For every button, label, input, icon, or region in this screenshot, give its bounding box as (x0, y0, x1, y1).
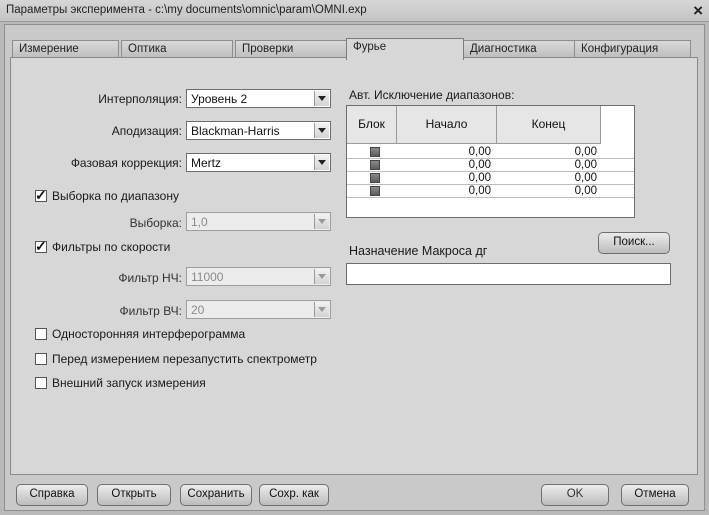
single-sided-label: Односторонняя интерферограмма (52, 327, 246, 341)
phase-correction-value: Mertz (191, 156, 221, 170)
phase-correction-select[interactable]: Mertz (186, 153, 331, 172)
range-exclusion-title: Авт. Исключение диапазонов: (349, 88, 515, 102)
panel-content: Интерполяция: Уровень 2 Аподизация: Blac… (0, 0, 709, 515)
apodization-label: Аподизация: (111, 124, 182, 138)
cancel-button[interactable]: Отмена (621, 484, 689, 506)
interpolation-value: Уровень 2 (191, 92, 248, 106)
check-icon: ✓ (35, 187, 47, 203)
block-icon[interactable] (370, 160, 380, 170)
chevron-down-icon (314, 302, 329, 317)
range-start-cell[interactable]: 0,00 (407, 146, 491, 158)
browse-button[interactable]: Поиск... (598, 232, 670, 254)
save-button[interactable]: Сохранить (180, 484, 252, 506)
macro-label: Назначение Макроса дг (349, 244, 488, 258)
range-end-cell[interactable]: 0,00 (507, 146, 597, 158)
chevron-down-icon (314, 269, 329, 284)
range-start-cell[interactable]: 0,00 (407, 159, 491, 171)
sampling-label: Выборка: (129, 216, 182, 230)
open-button[interactable]: Открыть (97, 484, 171, 506)
block-icon[interactable] (370, 173, 380, 183)
chevron-down-icon (314, 214, 329, 229)
help-button[interactable]: Справка (16, 484, 88, 506)
speed-filters-label: Фильтры по скорости (52, 240, 171, 254)
chevron-down-icon[interactable] (314, 91, 329, 106)
sampling-value: 1,0 (191, 215, 208, 229)
chevron-down-icon[interactable] (314, 123, 329, 138)
column-header-end[interactable]: Конец (497, 106, 601, 144)
restart-spectrometer-checkbox[interactable] (35, 353, 47, 365)
range-end-cell[interactable]: 0,00 (507, 159, 597, 171)
ok-button[interactable]: OK (541, 484, 609, 506)
range-end-cell[interactable]: 0,00 (507, 185, 597, 197)
apodization-select[interactable]: Blackman-Harris (186, 121, 331, 140)
column-header-block[interactable]: Блок (347, 106, 397, 144)
lowpass-label: Фильтр НЧ: (118, 271, 182, 285)
range-exclusion-table[interactable]: Блок Начало Конец 0,00 0,00 0,00 0,00 0,… (346, 105, 635, 218)
lowpass-select[interactable]: 11000 (186, 267, 331, 286)
chevron-down-icon[interactable] (314, 155, 329, 170)
apodization-value: Blackman-Harris (191, 124, 280, 138)
sampling-select[interactable]: 1,0 (186, 212, 331, 231)
save-as-button[interactable]: Сохр. как (259, 484, 329, 506)
interpolation-label: Интерполяция: (98, 92, 182, 106)
interpolation-select[interactable]: Уровень 2 (186, 89, 331, 108)
speed-filters-checkbox[interactable]: ✓ (35, 238, 47, 254)
restart-spectrometer-label: Перед измерением перезапустить спектроме… (52, 352, 317, 366)
macro-input[interactable] (346, 263, 671, 285)
phase-correction-label: Фазовая коррекция: (70, 156, 182, 170)
highpass-select[interactable]: 20 (186, 300, 331, 319)
range-end-cell[interactable]: 0,00 (507, 172, 597, 184)
lowpass-value: 11000 (191, 270, 224, 284)
range-sampling-checkbox[interactable]: ✓ (35, 187, 47, 203)
range-start-cell[interactable]: 0,00 (407, 185, 491, 197)
external-trigger-checkbox[interactable] (35, 377, 47, 389)
column-header-start[interactable]: Начало (397, 106, 497, 144)
highpass-value: 20 (191, 303, 205, 317)
single-sided-checkbox[interactable] (35, 328, 47, 340)
row-divider (347, 197, 634, 198)
range-start-cell[interactable]: 0,00 (407, 172, 491, 184)
external-trigger-label: Внешний запуск измерения (52, 376, 206, 390)
highpass-label: Фильтр ВЧ: (119, 304, 182, 318)
check-icon: ✓ (35, 238, 47, 254)
block-icon[interactable] (370, 186, 380, 196)
block-icon[interactable] (370, 147, 380, 157)
range-sampling-label: Выборка по диапазону (52, 189, 179, 203)
